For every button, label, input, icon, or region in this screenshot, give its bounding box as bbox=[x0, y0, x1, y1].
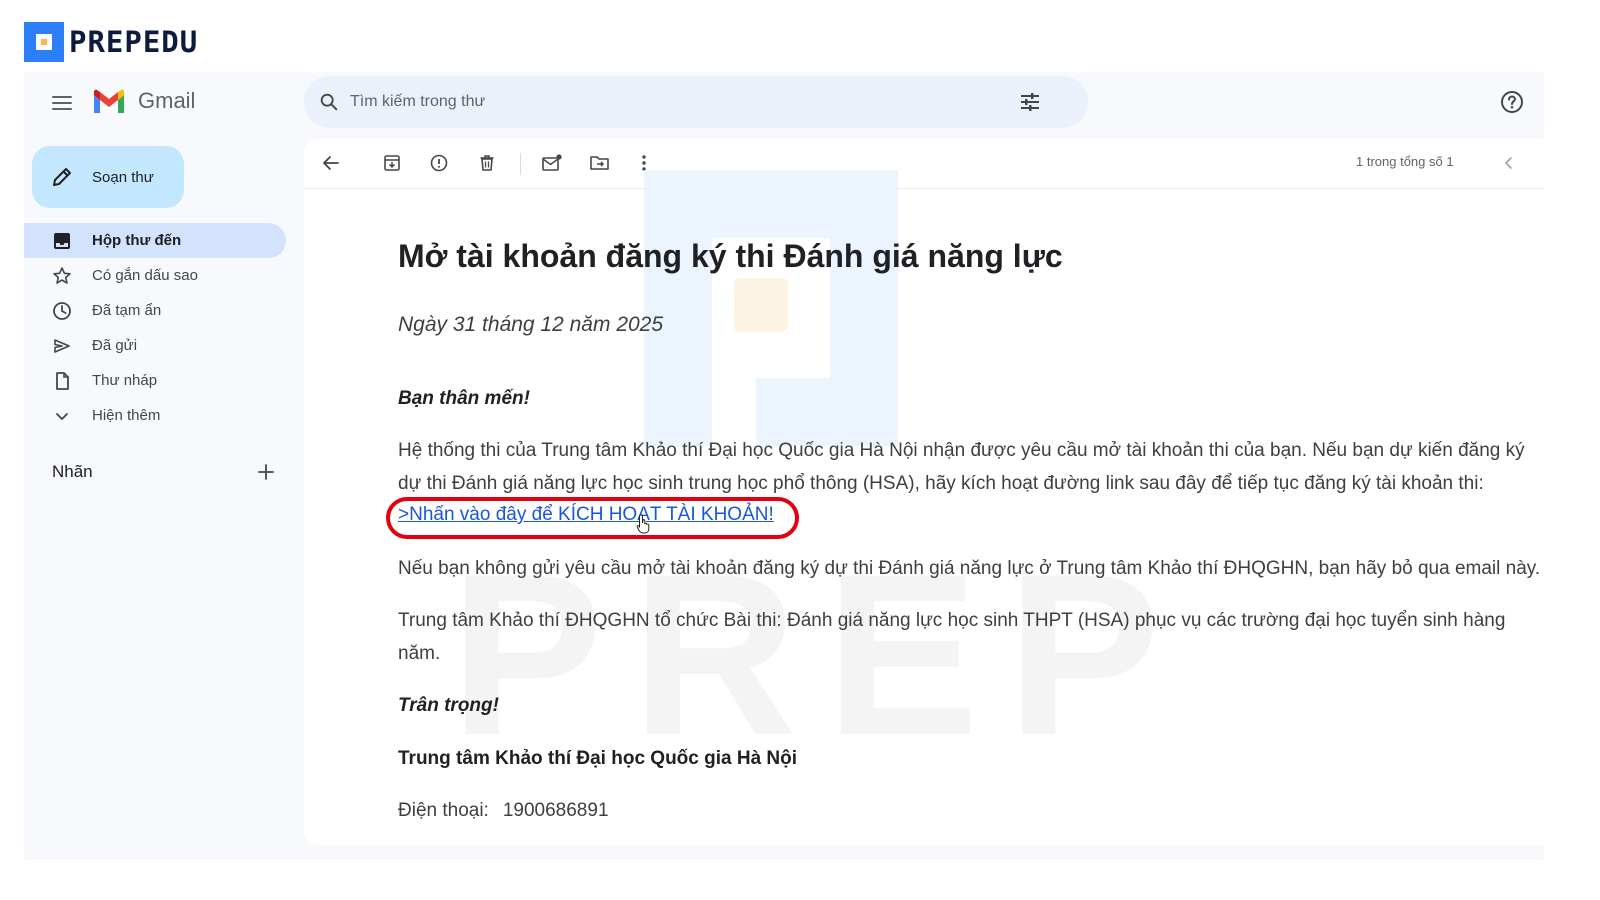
search-input[interactable] bbox=[350, 93, 1010, 111]
search-bar[interactable] bbox=[304, 76, 1088, 128]
pager-count: 1 trong tổng số 1 bbox=[1356, 154, 1454, 169]
prepedu-logo bbox=[24, 22, 64, 62]
send-icon bbox=[52, 336, 72, 356]
sidebar-item-drafts[interactable]: Thư nháp bbox=[24, 363, 286, 398]
labels-title: Nhãn bbox=[52, 462, 93, 481]
help-icon[interactable] bbox=[1500, 90, 1524, 114]
delete-icon[interactable] bbox=[476, 152, 498, 174]
sidebar-item-label: Đã gửi bbox=[92, 337, 138, 354]
sidebar-item-label: Hiện thêm bbox=[92, 407, 161, 424]
gmail-logo-icon[interactable] bbox=[92, 89, 126, 115]
clock-icon bbox=[52, 301, 72, 321]
sidebar-item-label: Thư nháp bbox=[92, 372, 158, 389]
back-arrow-icon[interactable] bbox=[320, 152, 342, 174]
prepedu-brand: PREPEDU bbox=[24, 22, 198, 62]
pencil-icon bbox=[53, 168, 71, 186]
add-label-icon[interactable] bbox=[256, 462, 276, 482]
sidebar-nav: Hộp thư đến Có gắn dấu sao Đã tạm ẩn Đã … bbox=[24, 223, 286, 433]
chevron-down-icon bbox=[52, 406, 72, 426]
sidebar-item-label: Đã tạm ẩn bbox=[92, 302, 162, 319]
move-to-icon[interactable] bbox=[589, 152, 611, 174]
email-subject: Mở tài khoản đăng ký thi Đánh giá năng l… bbox=[398, 238, 1063, 274]
phone-number[interactable]: 1900686891 bbox=[503, 800, 609, 821]
email-paragraph-line: Hệ thống thi của Trung tâm Khảo thí Đại … bbox=[398, 440, 1525, 461]
mark-unread-icon[interactable] bbox=[541, 152, 563, 174]
hand-cursor-icon bbox=[636, 514, 650, 534]
archive-icon[interactable] bbox=[381, 152, 403, 174]
email-paragraph-line: năm. bbox=[398, 643, 441, 664]
draft-icon bbox=[52, 371, 72, 391]
activate-account-link[interactable]: >Nhấn vào đây để KÍCH HOẠT TÀI KHOẢN! bbox=[398, 504, 774, 526]
phone-label: Điện thoại: bbox=[398, 800, 489, 821]
sidebar-item-label: Hộp thư đến bbox=[92, 232, 182, 249]
email-paragraph-line: Trung tâm Khảo thí ĐHQGHN tổ chức Bài th… bbox=[398, 610, 1506, 631]
sidebar-item-snoozed[interactable]: Đã tạm ẩn bbox=[24, 293, 286, 328]
star-icon bbox=[52, 266, 72, 286]
report-spam-icon[interactable] bbox=[428, 152, 450, 174]
email-signoff: Trân trọng! bbox=[398, 695, 499, 716]
sidebar-item-label: Có gắn dấu sao bbox=[92, 267, 198, 284]
labels-section: Nhãn bbox=[52, 462, 276, 482]
gmail-wordmark: Gmail bbox=[138, 88, 196, 113]
sidebar-item-inbox[interactable]: Hộp thư đến bbox=[24, 223, 286, 258]
inbox-icon bbox=[52, 231, 72, 251]
sidebar-item-more[interactable]: Hiện thêm bbox=[24, 398, 286, 433]
more-options-icon[interactable] bbox=[633, 152, 655, 174]
previous-icon[interactable] bbox=[1498, 152, 1520, 174]
prepedu-name: PREPEDU bbox=[69, 25, 199, 59]
email-phone: Điện thoại: 1900686891 bbox=[398, 800, 609, 822]
sidebar-item-sent[interactable]: Đã gửi bbox=[24, 328, 286, 363]
email-paragraph-line: Nếu bạn không gửi yêu cầu mở tài khoản đ… bbox=[398, 558, 1541, 579]
compose-label: Soạn thư bbox=[92, 168, 154, 186]
sidebar-item-starred[interactable]: Có gắn dấu sao bbox=[24, 258, 286, 293]
email-organization: Trung tâm Khảo thí Đại học Quốc gia Hà N… bbox=[398, 748, 798, 769]
search-options-icon[interactable] bbox=[1018, 90, 1042, 114]
email-paragraph-line: dự thi Đánh giá năng lực học sinh trung … bbox=[398, 473, 1484, 494]
search-icon[interactable] bbox=[318, 91, 340, 113]
main-menu-icon[interactable] bbox=[50, 91, 74, 115]
email-greeting: Bạn thân mến! bbox=[398, 388, 530, 409]
email-date: Ngày 31 tháng 12 năm 2025 bbox=[398, 313, 664, 336]
compose-button[interactable]: Soạn thư bbox=[32, 146, 184, 208]
message-toolbar: 1 trong tổng số 1 bbox=[304, 139, 1544, 189]
next-icon[interactable] bbox=[1538, 152, 1544, 174]
toolbar-divider bbox=[520, 153, 521, 175]
